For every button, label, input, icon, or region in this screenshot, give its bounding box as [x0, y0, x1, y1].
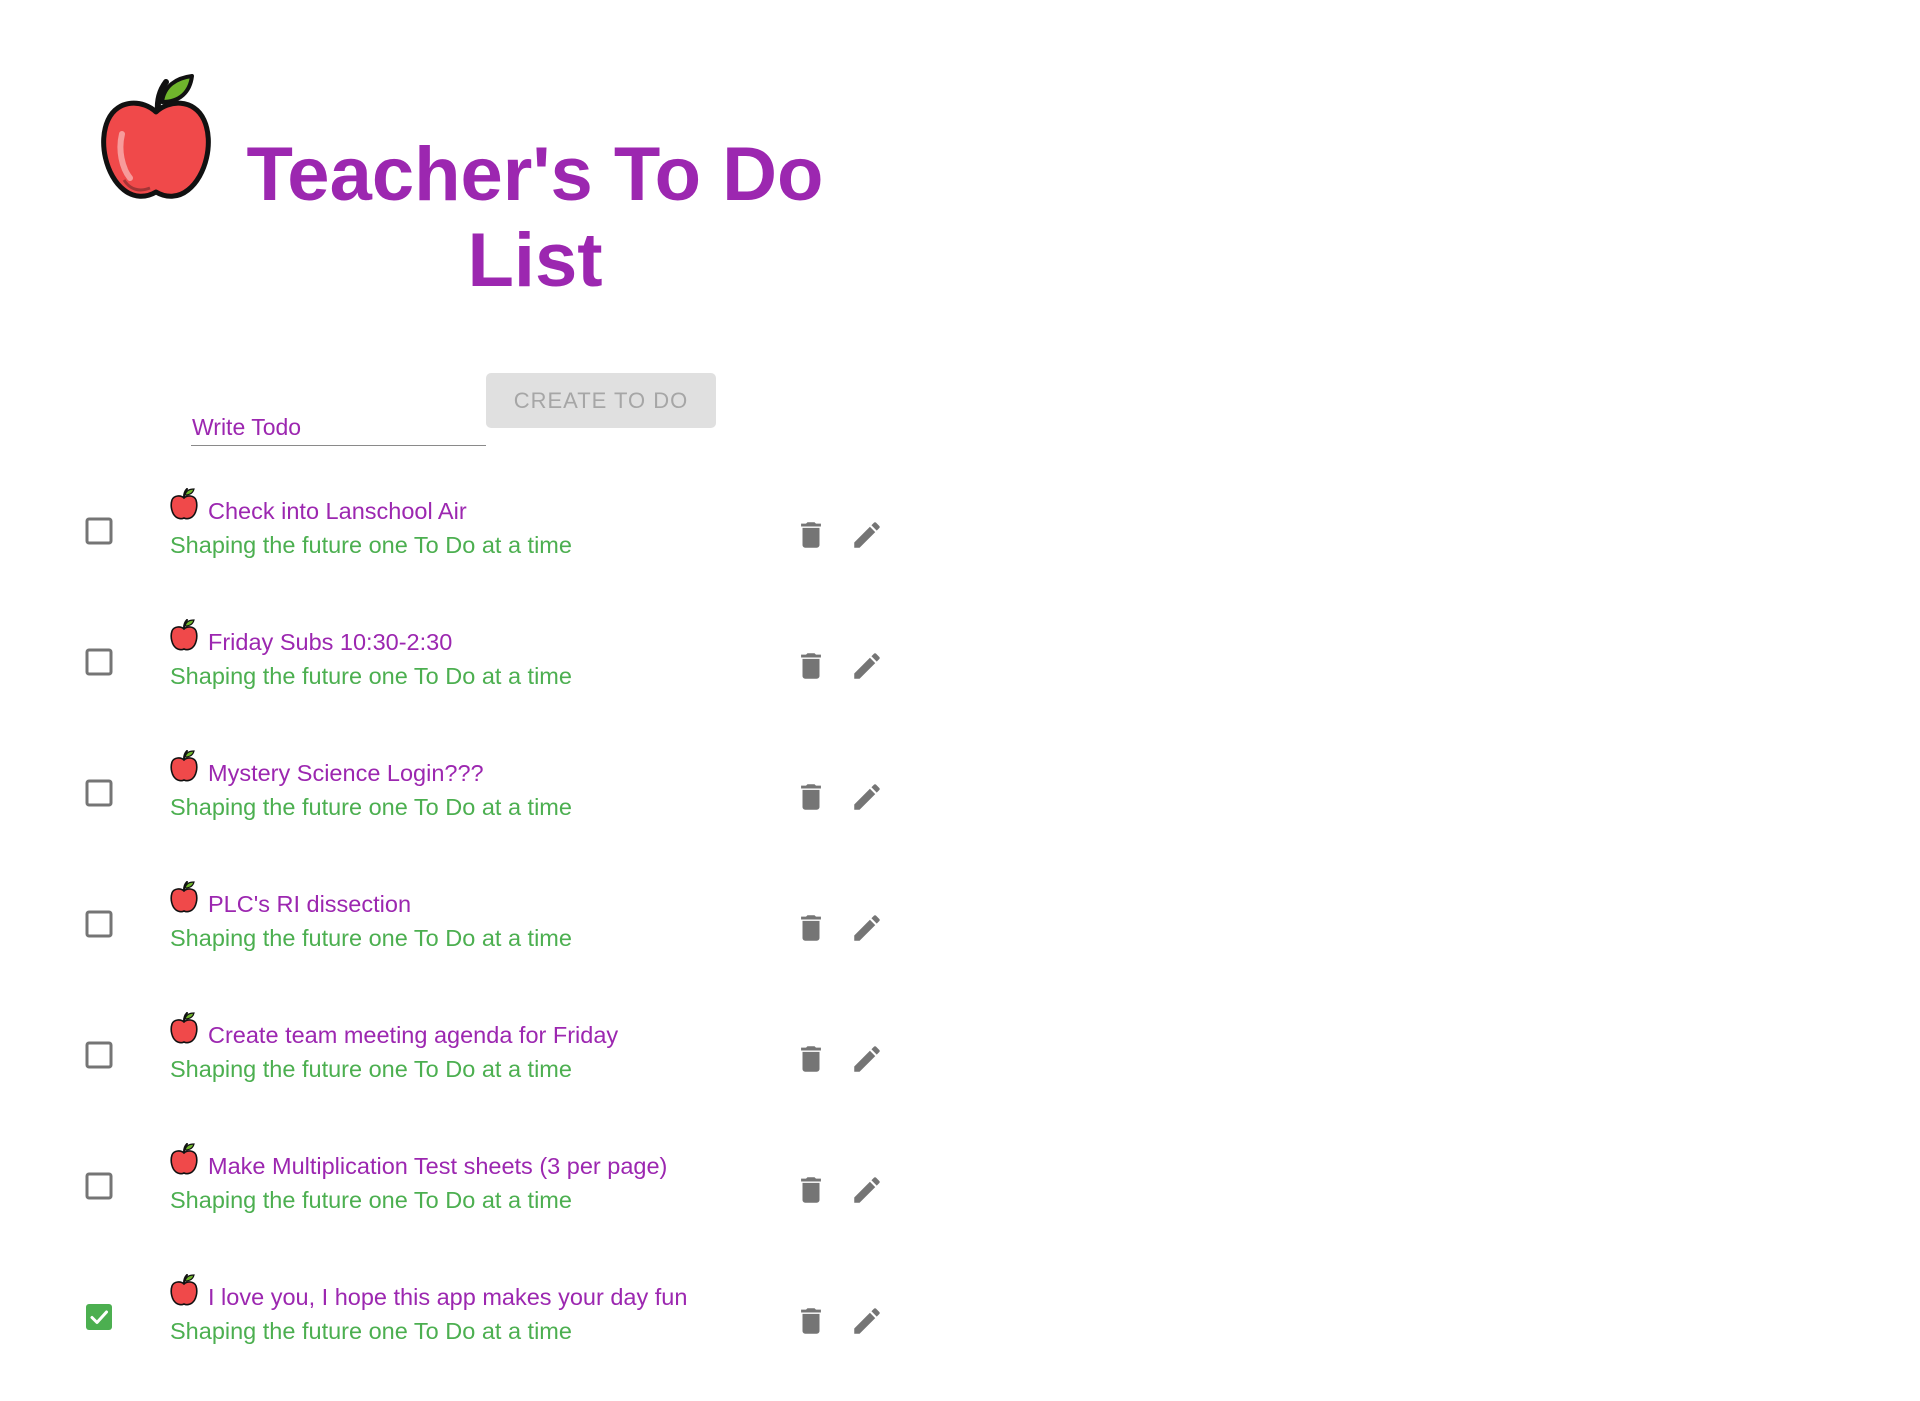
todo-title-row: Check into Lanschool Air [170, 488, 770, 528]
checkbox[interactable] [84, 1171, 114, 1201]
todo-subtitle: Shaping the future one To Do at a time [170, 925, 572, 951]
todo-item: Mystery Science Login??? Shaping the futu… [0, 750, 1000, 883]
delete-icon[interactable] [794, 780, 828, 814]
todo-item: Create team meeting agenda for Friday Sha… [0, 1012, 1000, 1145]
todo-subtitle: Shaping the future one To Do at a time [170, 663, 572, 689]
todo-title: Create team meeting agenda for Friday [208, 1022, 619, 1048]
todo-text: Check into Lanschool Air Shaping the futu… [170, 488, 770, 562]
todo-item: Check into Lanschool Air Shaping the futu… [0, 488, 1000, 621]
delete-icon[interactable] [794, 911, 828, 945]
todo-title-row: Make Multiplication Test sheets (3 per p… [170, 1143, 770, 1183]
todo-text: I love you, I hope this app makes your d… [170, 1274, 770, 1348]
delete-icon[interactable] [794, 1042, 828, 1076]
checkbox-checked[interactable] [84, 1302, 114, 1332]
todo-title: Mystery Science Login??? [208, 760, 484, 786]
todo-subtitle: Shaping the future one To Do at a time [170, 1318, 572, 1344]
apple-icon [170, 750, 198, 782]
edit-icon[interactable] [850, 649, 884, 683]
apple-icon [170, 1274, 198, 1306]
delete-icon[interactable] [794, 649, 828, 683]
todo-text: Friday Subs 10:30-2:30 Shaping the future… [170, 619, 770, 693]
todo-item: Make Multiplication Test sheets (3 per p… [0, 1143, 1000, 1276]
edit-icon[interactable] [850, 1304, 884, 1338]
todo-text: Create team meeting agenda for Friday Sha… [170, 1012, 770, 1086]
todo-text: Make Multiplication Test sheets (3 per p… [170, 1143, 770, 1217]
todo-title: Make Multiplication Test sheets (3 per p… [208, 1153, 668, 1179]
create-todo-form: CREATE TO DO [191, 373, 751, 453]
checkbox[interactable] [84, 1040, 114, 1070]
todo-subtitle: Shaping the future one To Do at a time [170, 532, 572, 558]
checkbox[interactable] [84, 516, 114, 546]
todo-title: I love you, I hope this app makes your d… [208, 1284, 688, 1310]
todo-list: Check into Lanschool Air Shaping the futu… [0, 488, 1000, 1401]
todo-item: Friday Subs 10:30-2:30 Shaping the future… [0, 619, 1000, 752]
edit-icon[interactable] [850, 911, 884, 945]
apple-icon [170, 1143, 198, 1175]
page-title: Teacher's To Do List [246, 132, 824, 303]
apple-icon [170, 881, 198, 913]
todo-title: PLC's RI dissection [208, 891, 412, 917]
apple-icon [100, 72, 212, 202]
todo-input[interactable] [191, 409, 486, 446]
edit-icon[interactable] [850, 1042, 884, 1076]
todo-item: PLC's RI dissection Shaping the future on… [0, 881, 1000, 1014]
todo-title: Check into Lanschool Air [208, 498, 467, 524]
apple-icon [170, 488, 198, 520]
checkbox[interactable] [84, 909, 114, 939]
todo-text: Mystery Science Login??? Shaping the futu… [170, 750, 770, 824]
header: Teacher's To Do List [100, 72, 860, 312]
checkbox[interactable] [84, 647, 114, 677]
apple-icon [170, 619, 198, 651]
todo-subtitle: Shaping the future one To Do at a time [170, 1056, 572, 1082]
create-todo-button[interactable]: CREATE TO DO [486, 373, 716, 428]
edit-icon[interactable] [850, 780, 884, 814]
edit-icon[interactable] [850, 518, 884, 552]
delete-icon[interactable] [794, 1173, 828, 1207]
todo-item: I love you, I hope this app makes your d… [0, 1274, 1000, 1401]
todo-title-row: Friday Subs 10:30-2:30 [170, 619, 770, 659]
todo-title-row: I love you, I hope this app makes your d… [170, 1274, 770, 1314]
page: Teacher's To Do List CREATE TO DO Check … [0, 0, 1920, 1401]
apple-icon [170, 1012, 198, 1044]
edit-icon[interactable] [850, 1173, 884, 1207]
delete-icon[interactable] [794, 1304, 828, 1338]
todo-title: Friday Subs 10:30-2:30 [208, 629, 453, 655]
checkbox[interactable] [84, 778, 114, 808]
todo-text: PLC's RI dissection Shaping the future on… [170, 881, 770, 955]
todo-title-row: Create team meeting agenda for Friday [170, 1012, 770, 1052]
todo-title-row: Mystery Science Login??? [170, 750, 770, 790]
todo-subtitle: Shaping the future one To Do at a time [170, 1187, 572, 1213]
todo-title-row: PLC's RI dissection [170, 881, 770, 921]
todo-subtitle: Shaping the future one To Do at a time [170, 794, 572, 820]
delete-icon[interactable] [794, 518, 828, 552]
